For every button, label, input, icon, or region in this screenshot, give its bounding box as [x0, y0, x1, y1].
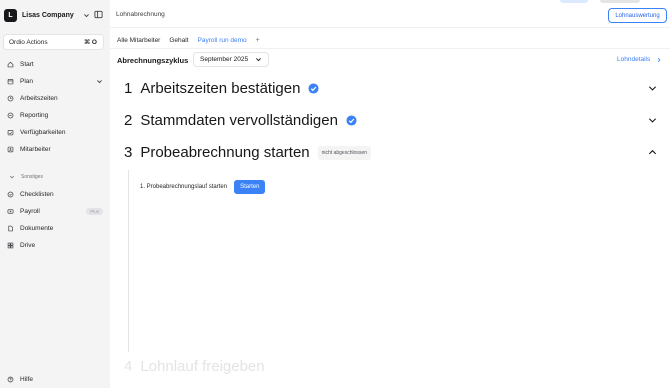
substep-item: 1. Probeabrechnungslauf starten Starten	[140, 180, 266, 194]
sidebar-item-verfuegbarkeiten[interactable]: Verfügbarkeiten	[7, 126, 103, 139]
clock-icon	[7, 95, 14, 102]
actions-label: Ordio Actions	[9, 38, 48, 46]
sidebar-item-label: Drive	[20, 242, 36, 249]
sidebar-item-payroll[interactable]: Payroll Plus	[7, 205, 103, 218]
sidebar-item-checklisten[interactable]: Checklisten	[7, 188, 103, 201]
company-switcher[interactable]: L Lisas Company	[4, 7, 90, 23]
step-title: Lohnlauf freigeben	[140, 358, 265, 375]
main-content: Lohnabrechnung Lohnauswertung Alle Mitar…	[94, 0, 670, 388]
cycle-select[interactable]: September 2025	[193, 52, 269, 67]
breadcrumb: Lohnabrechnung	[116, 11, 165, 18]
sidebar-item-label: Hilfe	[20, 376, 34, 383]
sidebar: L Lisas Company Ordio Actions ⌘ O Start …	[0, 0, 110, 388]
step-4-header: 4 Lohnlauf freigeben	[124, 358, 265, 375]
sidebar-item-label: Dokumente	[20, 225, 54, 232]
sidebar-item-label: Reporting	[20, 112, 49, 119]
chevron-down-icon[interactable]	[96, 78, 103, 85]
person-icon	[7, 146, 14, 153]
tab-bar: Alle Mitarbeiter Gehalt Payroll run demo…	[117, 33, 260, 49]
step-number: 2	[124, 112, 133, 129]
step-number: 1	[124, 80, 133, 97]
company-logo: L	[4, 8, 17, 22]
help-icon	[7, 376, 14, 383]
step-1-header[interactable]: 1 Arbeitszeiten bestätigen	[124, 80, 319, 97]
chevron-down-icon	[256, 58, 261, 62]
sidebar-item-start[interactable]: Start	[7, 58, 103, 71]
sidebar-group-label: Sonstiges	[21, 174, 43, 180]
lohndetails-link[interactable]: Lohndetails	[617, 56, 662, 63]
sidebar-item-label: Verfügbarkeiten	[20, 129, 66, 136]
step-number: 3	[124, 144, 133, 161]
check-circle-icon	[308, 83, 319, 94]
step-number: 4	[124, 358, 133, 375]
top-indicator	[600, 0, 640, 3]
chevron-down-icon[interactable]	[648, 116, 657, 125]
sidebar-item-hilfe[interactable]: Hilfe	[7, 373, 103, 386]
tab-payroll-run-demo[interactable]: Payroll run demo	[197, 33, 247, 49]
step-2-header[interactable]: 2 Stammdaten vervollständigen	[124, 112, 357, 129]
calendar-icon	[7, 79, 14, 85]
sidebar-item-drive[interactable]: Drive	[7, 239, 103, 252]
document-icon	[8, 225, 13, 232]
home-icon	[7, 61, 14, 68]
calendar-check-icon	[7, 130, 14, 136]
top-indicator	[560, 0, 588, 3]
tab-gehalt[interactable]: Gehalt	[169, 33, 188, 47]
tab-alle-mitarbeiter[interactable]: Alle Mitarbeiter	[117, 33, 160, 47]
step-title: Stammdaten vervollständigen	[140, 112, 338, 129]
payroll-icon	[7, 209, 14, 214]
starten-button[interactable]: Starten	[234, 180, 266, 194]
reporting-icon	[7, 112, 14, 119]
chevron-down-icon	[9, 175, 15, 179]
drive-icon	[7, 242, 14, 249]
lohndetails-label: Lohndetails	[617, 56, 651, 63]
sidebar-item-plan[interactable]: Plan	[7, 75, 103, 88]
chevron-up-icon[interactable]	[648, 148, 657, 157]
company-name: Lisas Company	[22, 11, 74, 19]
sidebar-group-sonstiges[interactable]: Sonstiges	[9, 174, 43, 180]
step-title: Arbeitszeiten bestätigen	[140, 80, 301, 97]
sidebar-item-label: Mitarbeiter	[20, 146, 51, 153]
top-bar: Lohnabrechnung Lohnauswertung	[94, 0, 670, 28]
sidebar-item-reporting[interactable]: Reporting	[7, 109, 103, 122]
cycle-select-value: September 2025	[200, 56, 249, 63]
add-tab-button[interactable]: +	[256, 37, 260, 44]
sidebar-item-dokumente[interactable]: Dokumente	[7, 222, 103, 235]
substep-label: 1. Probeabrechnungslauf starten	[140, 184, 228, 190]
sidebar-item-label: Arbeitszeiten	[20, 95, 58, 102]
plus-badge: Plus	[86, 208, 103, 215]
divider	[110, 48, 670, 49]
lohnauswertung-button[interactable]: Lohnauswertung	[608, 8, 667, 23]
sidebar-item-mitarbeiter[interactable]: Mitarbeiter	[7, 143, 103, 156]
sidebar-item-arbeitszeiten[interactable]: Arbeitszeiten	[7, 92, 103, 105]
step-3-header[interactable]: 3 Probeabrechnung starten nicht abgeschl…	[124, 144, 371, 161]
chevron-right-icon	[658, 57, 661, 62]
status-badge: nicht abgeschlossen	[317, 145, 371, 160]
check-circle-icon	[346, 115, 357, 126]
actions-search[interactable]: Ordio Actions ⌘ O	[3, 34, 104, 50]
sidebar-toggle-icon[interactable]	[94, 10, 103, 19]
actions-shortcut: ⌘ O	[84, 39, 97, 46]
sidebar-item-label: Checklisten	[20, 191, 54, 198]
step-title: Probeabrechnung starten	[140, 144, 310, 161]
step-timeline	[128, 170, 129, 352]
chevron-down-icon	[84, 13, 89, 17]
chevron-down-icon[interactable]	[648, 84, 657, 93]
checklist-icon	[7, 191, 14, 198]
sidebar-item-label: Payroll	[20, 208, 40, 215]
sidebar-item-label: Start	[20, 61, 34, 68]
cycle-label: Abrechnungszyklus	[117, 56, 189, 65]
sidebar-item-label: Plan	[20, 78, 34, 85]
